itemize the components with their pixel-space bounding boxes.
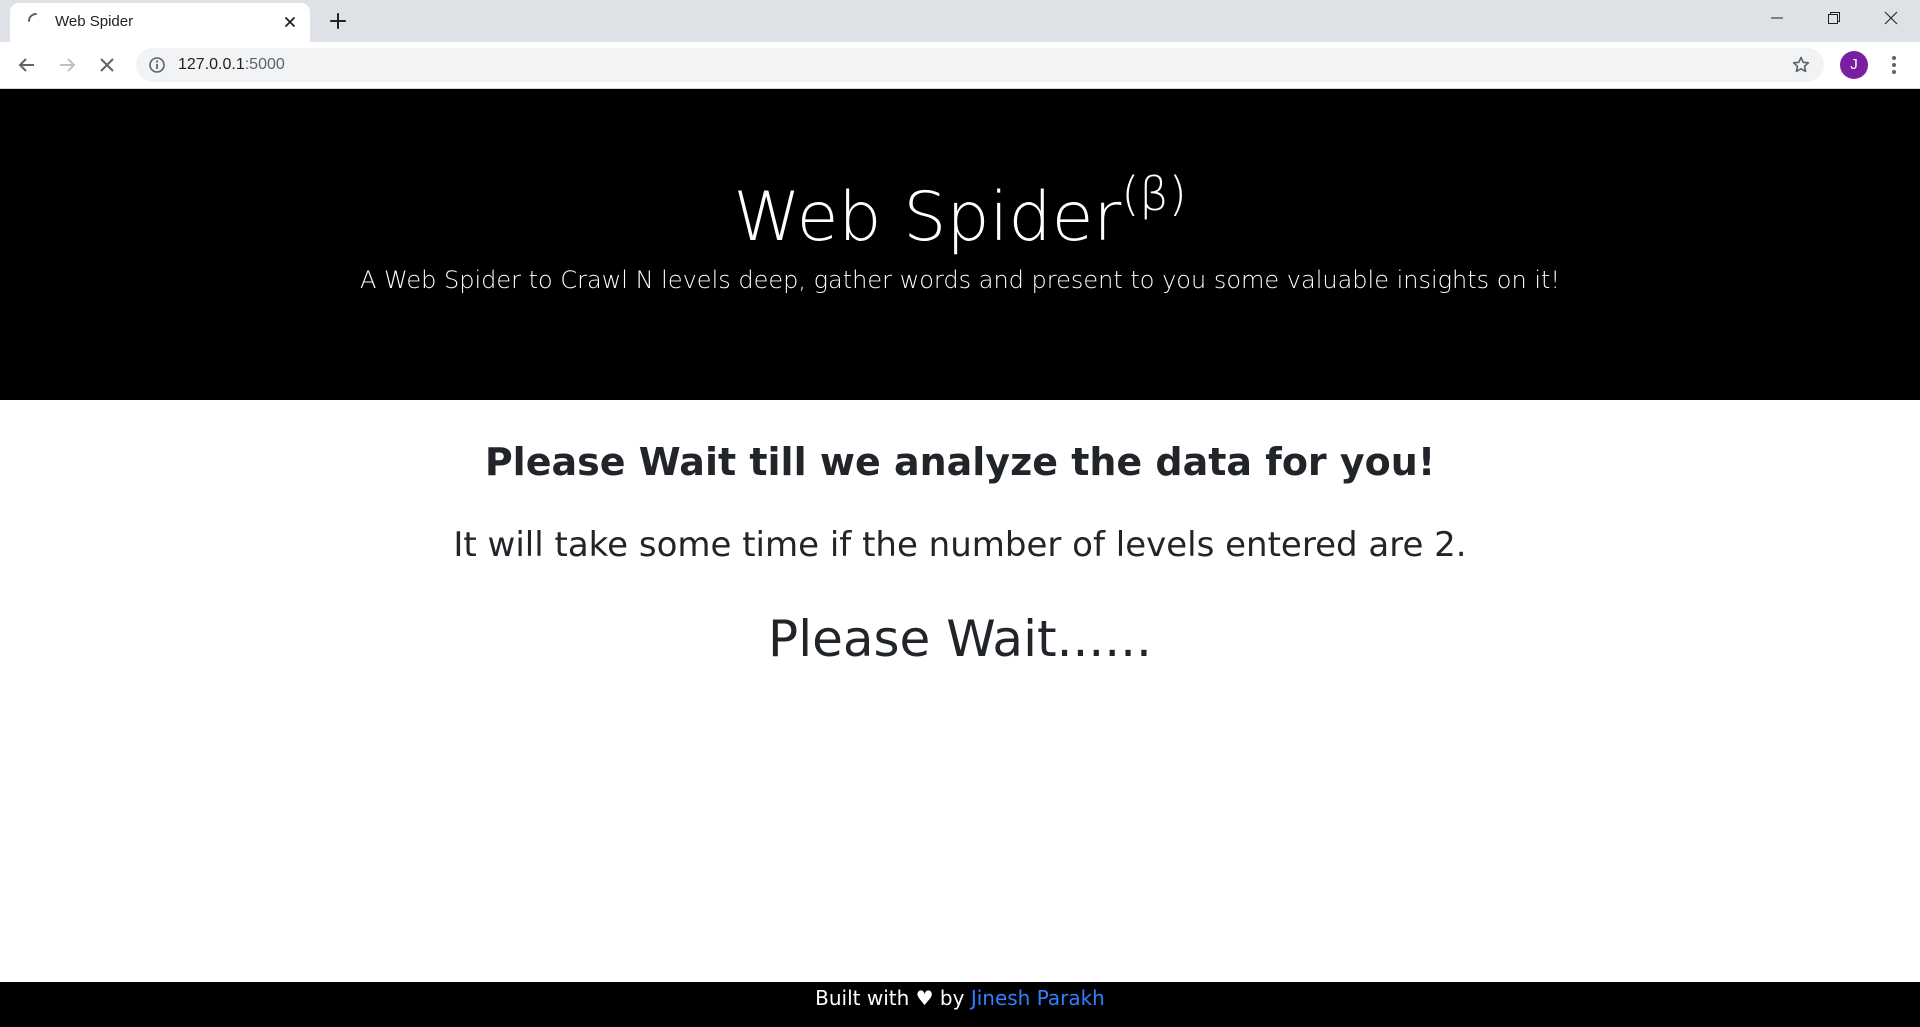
minimize-button[interactable] bbox=[1748, 0, 1806, 36]
author-link[interactable]: Jinesh Parakh bbox=[971, 986, 1105, 1010]
browser-toolbar: 127.0.0.1:5000 J bbox=[0, 42, 1920, 89]
restore-icon bbox=[1828, 12, 1840, 24]
page-subtitle: A Web Spider to Crawl N levels deep, gat… bbox=[359, 266, 1561, 294]
analyze-heading: Please Wait till we analyze the data for… bbox=[484, 440, 1436, 484]
bookmark-star-icon[interactable] bbox=[1791, 55, 1811, 75]
browser-window: Web Spider 127.0.0.1:5000 J Web Spider(β… bbox=[0, 0, 1920, 1027]
page-content: Web Spider(β) A Web Spider to Crawl N le… bbox=[0, 89, 1920, 1027]
close-window-button[interactable] bbox=[1862, 0, 1920, 36]
tab-web-spider[interactable]: Web Spider bbox=[10, 3, 310, 42]
page-title: Web Spider(β) bbox=[0, 169, 1920, 256]
beta-superscript: (β) bbox=[1121, 167, 1187, 221]
restore-button[interactable] bbox=[1805, 0, 1863, 36]
hero-banner: Web Spider(β) A Web Spider to Crawl N le… bbox=[0, 89, 1920, 400]
status-message: Please Wait...... bbox=[768, 610, 1152, 668]
profile-avatar[interactable]: J bbox=[1840, 51, 1868, 79]
address-bar[interactable]: 127.0.0.1:5000 bbox=[136, 48, 1824, 82]
footer-text: Built with ♥ by bbox=[815, 986, 965, 1010]
forward-button[interactable] bbox=[51, 49, 83, 81]
loading-spinner-icon bbox=[28, 13, 37, 22]
new-tab-plus-icon[interactable] bbox=[326, 9, 350, 33]
url-text[interactable]: 127.0.0.1:5000 bbox=[178, 56, 285, 74]
stop-loading-button[interactable] bbox=[91, 49, 123, 81]
tab-close-icon[interactable] bbox=[280, 12, 300, 32]
levels-note: It will take some time if the number of … bbox=[453, 525, 1467, 565]
arrow-right-icon bbox=[60, 58, 76, 72]
kebab-menu-icon[interactable] bbox=[1880, 51, 1908, 79]
arrow-left-icon bbox=[18, 58, 34, 72]
url-port: :5000 bbox=[244, 56, 285, 73]
info-icon[interactable] bbox=[148, 56, 166, 74]
minimize-icon bbox=[1771, 17, 1783, 19]
page-title-text: Web Spider bbox=[733, 178, 1122, 257]
close-icon bbox=[1884, 11, 1898, 25]
close-icon bbox=[100, 58, 114, 72]
url-host: 127.0.0.1 bbox=[178, 56, 245, 73]
back-button[interactable] bbox=[11, 49, 43, 81]
tab-title: Web Spider bbox=[55, 13, 134, 30]
footer: Built with ♥ by Jinesh Parakh bbox=[0, 982, 1920, 1027]
tab-strip: Web Spider bbox=[0, 0, 1920, 42]
